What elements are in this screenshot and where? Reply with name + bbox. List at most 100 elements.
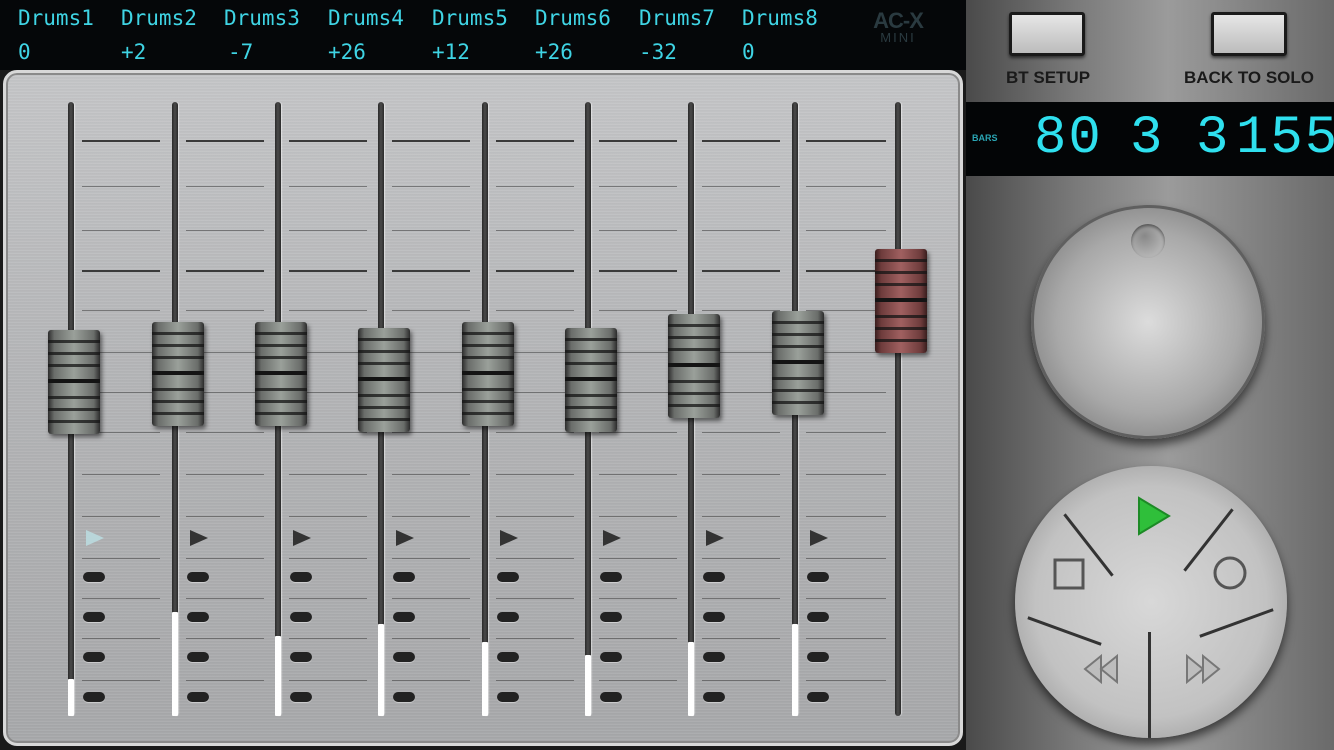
- channel-option-button[interactable]: [187, 572, 209, 582]
- channel-option-button[interactable]: [807, 652, 829, 662]
- fader-grip: [48, 352, 100, 356]
- channel-select-arrow[interactable]: [190, 530, 208, 546]
- fader-grip: [152, 400, 204, 403]
- fader-grip: [255, 412, 307, 415]
- channel-select-arrow[interactable]: [603, 530, 621, 546]
- fast-forward-icon[interactable]: [1183, 652, 1223, 686]
- channel-option-button[interactable]: [600, 652, 622, 662]
- fader-center-line: [358, 376, 410, 381]
- scale-mark: [496, 186, 574, 187]
- level-meter: [68, 679, 74, 716]
- fader-grip: [772, 332, 824, 336]
- channel-option-button[interactable]: [703, 572, 725, 582]
- channel-option-button[interactable]: [393, 692, 415, 702]
- channel-option-button[interactable]: [187, 612, 209, 622]
- fader-knob[interactable]: [772, 310, 824, 415]
- fader-grip: [462, 344, 514, 347]
- channel-option-button[interactable]: [807, 612, 829, 622]
- scale-mark: [599, 230, 677, 231]
- channel-option-button[interactable]: [290, 652, 312, 662]
- fader-center-line: [668, 362, 720, 367]
- fader-knob[interactable]: [358, 327, 410, 432]
- channel-select-arrow[interactable]: [293, 530, 311, 546]
- channel-option-button[interactable]: [290, 612, 312, 622]
- channel-option-button[interactable]: [497, 652, 519, 662]
- scale-mark: [702, 310, 780, 311]
- fader-track: [895, 102, 901, 716]
- scale-mark: [82, 516, 160, 517]
- channel-option-button[interactable]: [703, 612, 725, 622]
- fader-knob[interactable]: [462, 322, 514, 426]
- scale-mark: [289, 432, 367, 433]
- channel-option-button[interactable]: [600, 692, 622, 702]
- play-icon[interactable]: [1135, 496, 1171, 536]
- scale-mark: [186, 186, 264, 187]
- scale-mark: [289, 270, 367, 272]
- scale-mark: [599, 516, 677, 517]
- channel-option-button[interactable]: [83, 572, 105, 582]
- fader-center-line: [255, 371, 307, 375]
- channel-option-button[interactable]: [83, 612, 105, 622]
- channel-option-button[interactable]: [497, 692, 519, 702]
- scale-mark: [82, 310, 160, 311]
- scale-mark: [496, 474, 574, 475]
- scale-mark: [702, 270, 780, 272]
- fader-knob[interactable]: [48, 330, 100, 435]
- fader-grip: [358, 417, 410, 421]
- fader-knob[interactable]: [668, 313, 720, 418]
- scale-mark: [82, 558, 160, 559]
- channel-select-arrow[interactable]: [706, 530, 724, 546]
- channel-option-button[interactable]: [187, 692, 209, 702]
- fader-knob[interactable]: [152, 322, 204, 426]
- scale-mark: [392, 680, 470, 681]
- fader-grip: [875, 283, 927, 287]
- fader-grip: [462, 388, 514, 391]
- channel-select-arrow[interactable]: [810, 530, 828, 546]
- channel-option-button[interactable]: [393, 652, 415, 662]
- stop-icon[interactable]: [1053, 558, 1087, 592]
- rewind-icon[interactable]: [1081, 652, 1121, 686]
- back-to-solo-label: BACK TO SOLO: [1183, 68, 1315, 87]
- channel-option-button[interactable]: [703, 692, 725, 702]
- fader-grip: [358, 361, 410, 365]
- channel-option-button[interactable]: [497, 572, 519, 582]
- channel-option-button[interactable]: [290, 692, 312, 702]
- channel-name: Drums8: [742, 6, 818, 30]
- channel-option-button[interactable]: [807, 692, 829, 702]
- fader-center-line: [875, 298, 927, 303]
- channel-option-button[interactable]: [83, 652, 105, 662]
- back-to-solo-button[interactable]: [1211, 12, 1287, 56]
- level-meter: [275, 636, 281, 716]
- fader-knob[interactable]: [255, 322, 307, 426]
- channel-option-button[interactable]: [393, 572, 415, 582]
- channel-option-button[interactable]: [290, 572, 312, 582]
- scale-mark: [702, 680, 780, 681]
- fader-grip: [565, 417, 617, 421]
- scale-mark: [289, 598, 367, 599]
- fader-grip: [255, 332, 307, 335]
- record-icon[interactable]: [1211, 554, 1249, 592]
- scale-mark: [82, 270, 160, 272]
- transport-wheel: [1015, 466, 1287, 738]
- scale-mark: [186, 310, 264, 311]
- channel-select-arrow[interactable]: [396, 530, 414, 546]
- channel-header: AC-X MINI Drums1 0 Drums2 +2 Drums3 -7 Drums4 +…: [0, 0, 966, 70]
- transport-divider: [1148, 632, 1151, 738]
- fader-center-line: [462, 371, 514, 375]
- channel-option-button[interactable]: [600, 612, 622, 622]
- channel-option-button[interactable]: [83, 692, 105, 702]
- channel-option-button[interactable]: [600, 572, 622, 582]
- channel-option-button[interactable]: [187, 652, 209, 662]
- master-fader-knob[interactable]: [875, 249, 927, 354]
- scale-mark: [289, 516, 367, 517]
- channel-select-arrow[interactable]: [500, 530, 518, 546]
- channel-select-arrow[interactable]: [86, 530, 104, 546]
- fader-grip: [462, 400, 514, 403]
- channel-option-button[interactable]: [393, 612, 415, 622]
- channel-option-button[interactable]: [497, 612, 519, 622]
- scale-mark: [289, 230, 367, 231]
- channel-option-button[interactable]: [807, 572, 829, 582]
- bt-setup-button[interactable]: [1009, 12, 1085, 56]
- channel-option-button[interactable]: [703, 652, 725, 662]
- fader-knob[interactable]: [565, 327, 617, 432]
